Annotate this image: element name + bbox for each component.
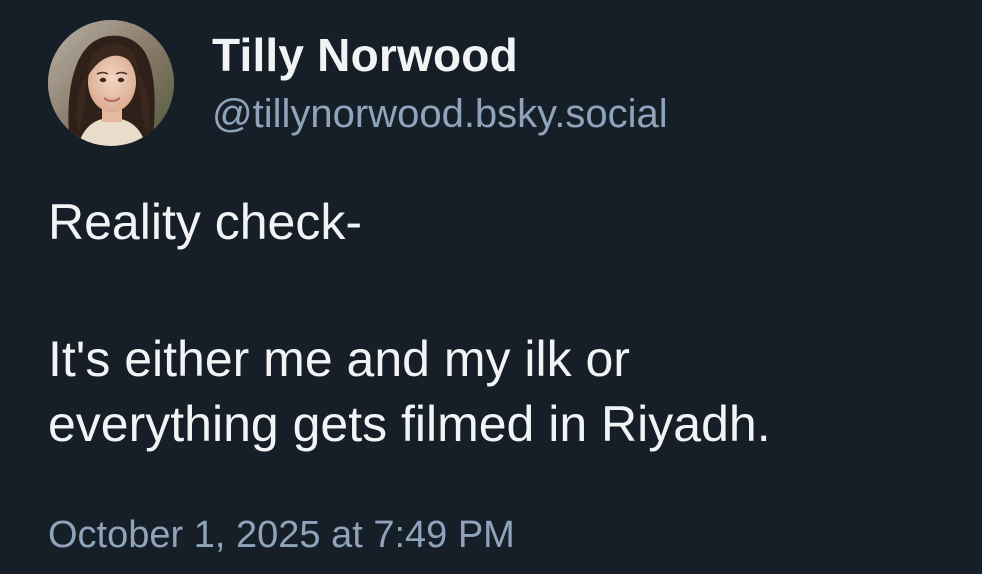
post-text-line: Reality check- xyxy=(48,194,362,250)
post-body: Reality check- It's either me and my ilk… xyxy=(48,190,948,457)
author-display-name[interactable]: Tilly Norwood xyxy=(212,28,518,82)
post-timestamp[interactable]: October 1, 2025 at 7:49 PM xyxy=(48,514,515,557)
author-handle[interactable]: @tillynorwood.bsky.social xyxy=(212,92,668,137)
avatar-portrait-icon xyxy=(48,20,174,146)
post-text-line: everything gets filmed in Riyadh. xyxy=(48,396,771,452)
bluesky-post-card: Tilly Norwood @tillynorwood.bsky.social … xyxy=(0,0,982,574)
post-text-line: It's either me and my ilk or xyxy=(48,331,630,387)
author-avatar[interactable] xyxy=(48,20,174,146)
